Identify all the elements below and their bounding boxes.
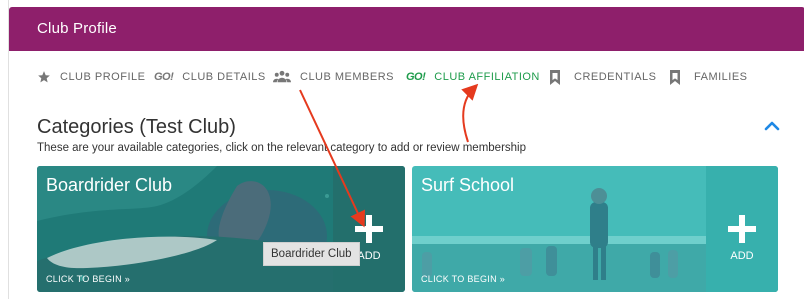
tab-families[interactable]: FAMILIES (670, 68, 748, 86)
tab-label: CLUB PROFILE (60, 71, 146, 83)
click-to-begin-link[interactable]: CLICK TO BEGIN » (46, 274, 130, 284)
go-icon: GO! (154, 71, 174, 83)
category-card-boardrider[interactable]: Boardrider Club CLICK TO BEGIN » ADD (37, 166, 405, 292)
add-button[interactable]: ADD (333, 166, 405, 292)
tab-credentials[interactable]: CREDENTIALS (550, 68, 657, 86)
add-button[interactable]: ADD (706, 166, 778, 292)
panel-header: Club Profile (9, 7, 804, 51)
bookmark-icon (550, 69, 560, 85)
tab-club-members[interactable]: CLUB MEMBERS (273, 68, 394, 86)
card-title: Boardrider Club (46, 175, 173, 195)
profile-tabs: CLUB PROFILE GO! CLUB DETAILS CLUB MEMBE… (9, 51, 804, 103)
tab-label: CLUB AFFILIATION (434, 71, 540, 83)
tab-label: CREDENTIALS (574, 71, 657, 83)
club-profile-panel: Club Profile CLUB PROFILE GO! CLUB DETAI… (8, 0, 804, 299)
click-to-begin-link[interactable]: CLICK TO BEGIN » (421, 274, 505, 284)
tab-club-affiliation[interactable]: GO! CLUB AFFILIATION (406, 68, 540, 86)
section-subtitle: These are your available categories, cli… (37, 142, 526, 154)
tab-club-details[interactable]: GO! CLUB DETAILS (154, 68, 266, 86)
section-title: Categories (Test Club) (37, 116, 236, 138)
category-card-surf-school[interactable]: Surf School CLICK TO BEGIN » ADD (412, 166, 778, 292)
bookmark-icon (670, 69, 680, 85)
tab-label: FAMILIES (694, 71, 748, 83)
people-icon (273, 70, 291, 84)
go-icon: GO! (406, 71, 426, 83)
add-label: ADD (730, 250, 754, 262)
star-icon (37, 70, 51, 84)
card-title: Surf School (421, 175, 515, 195)
tab-label: CLUB MEMBERS (300, 71, 395, 83)
chevron-up-icon[interactable] (764, 118, 780, 134)
plus-icon (725, 212, 759, 246)
tab-label: CLUB DETAILS (182, 71, 266, 83)
plus-icon (352, 212, 386, 246)
panel-title: Club Profile (37, 20, 117, 37)
tab-club-profile[interactable]: CLUB PROFILE (37, 68, 145, 86)
tooltip: Boardrider Club (263, 242, 360, 266)
